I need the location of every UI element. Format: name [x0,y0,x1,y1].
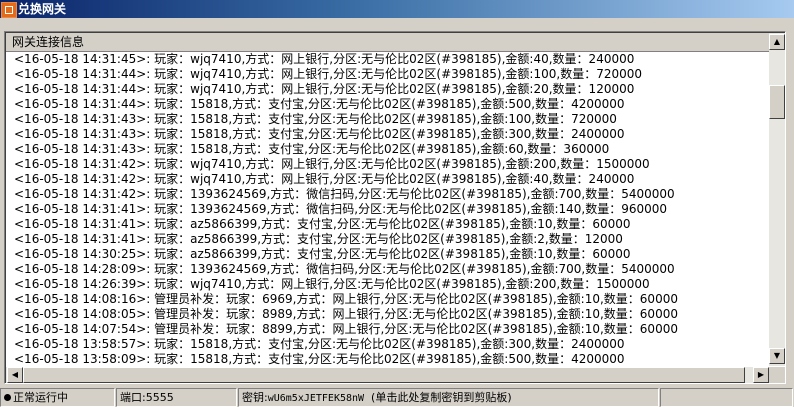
log-line: <16-05-18 14:31:43>: 玩家：15818,方式：支付宝,分区:… [14,112,617,126]
key-hint: (单击此处复制密钥到剪贴板) [371,391,512,404]
log-line: <16-05-18 14:30:25>: 玩家：az5866399,方式：支付宝… [14,247,631,261]
scroll-down-arrow-icon[interactable]: ▼ [769,348,785,364]
scroll-corner [769,367,785,383]
log-line: <16-05-18 14:26:39>: 玩家：wjq7410,方式：网上银行,… [14,277,650,291]
copy-key-button[interactable]: 密钥:wU6m5xJETFEK58nW (单击此处复制密钥到剪贴板) [238,388,659,407]
vertical-scroll-thumb[interactable] [769,85,785,119]
log-line: <16-05-18 14:31:45>: 玩家：wjq7410,方式：网上银行,… [14,52,635,66]
status-dot-icon [4,394,11,401]
window-title: 兑换网关 [18,2,67,16]
log-list[interactable]: <16-05-18 14:31:45>: 玩家：wjq7410,方式：网上银行,… [6,52,770,382]
log-line: <16-05-18 14:31:42>: 玩家：wjq7410,方式：网上银行,… [14,172,635,186]
log-line: <16-05-18 14:31:41>: 玩家：az5866399,方式：支付宝… [14,232,623,246]
horizontal-scroll-thumb[interactable] [23,367,745,383]
scroll-up-arrow-icon[interactable]: ▲ [769,34,785,50]
log-line: <16-05-18 14:31:41>: 玩家：az5866399,方式：支付宝… [14,217,631,231]
log-line: <16-05-18 14:31:41>: 玩家：1393624569,方式：微信… [14,202,668,216]
log-line: <16-05-18 13:58:57>: 玩家：15818,方式：支付宝,分区:… [14,337,625,351]
status-port: 端口:5555 [120,391,174,404]
log-line: <16-05-18 14:28:09>: 玩家：1393624569,方式：微信… [14,262,675,276]
log-line: <16-05-18 14:31:43>: 玩家：15818,方式：支付宝,分区:… [14,127,625,141]
log-line: <16-05-18 14:08:16>: 管理员补发：玩家：6969,方式：网上… [14,292,678,306]
scroll-right-arrow-icon[interactable]: ▶ [753,367,769,383]
log-line: <16-05-18 14:31:43>: 玩家：15818,方式：支付宝,分区:… [14,142,610,156]
horizontal-scrollbar[interactable]: ◀ ▶ [6,367,770,383]
status-state-cell: 正常运行中 [0,388,115,407]
log-line: <16-05-18 14:31:44>: 玩家：15818,方式：支付宝,分区:… [14,97,625,111]
panel-header[interactable]: 网关连接信息 [6,33,771,52]
status-extra-cell [660,388,793,407]
log-line: <16-05-18 14:31:42>: 玩家：1393624569,方式：微信… [14,187,675,201]
status-state: 正常运行中 [13,391,68,404]
key-value: wU6m5xJETFEK58nW [267,393,365,404]
status-port-cell: 端口:5555 [116,388,237,407]
app-icon [1,2,17,18]
log-panel: 网关连接信息 <16-05-18 14:31:45>: 玩家：wjq7410,方… [4,31,786,384]
panel-header-label: 网关连接信息 [12,35,85,49]
log-line: <16-05-18 13:58:09>: 玩家：15818,方式：支付宝,分区:… [14,352,625,366]
title-bar[interactable]: 兑换网关 [0,0,794,18]
log-line: <16-05-18 14:31:42>: 玩家：wjq7410,方式：网上银行,… [14,157,650,171]
status-bar: 正常运行中 端口:5555 密钥:wU6m5xJETFEK58nW (单击此处复… [0,386,794,407]
scroll-left-arrow-icon[interactable]: ◀ [7,367,23,383]
log-line: <16-05-18 14:07:54>: 管理员补发：玩家：8899,方式：网上… [14,322,678,336]
key-label: 密钥: [242,391,268,404]
log-line: <16-05-18 14:31:44>: 玩家：wjq7410,方式：网上银行,… [14,67,643,81]
log-line: <16-05-18 14:31:44>: 玩家：wjq7410,方式：网上银行,… [14,82,635,96]
log-line: <16-05-18 14:08:05>: 管理员补发：玩家：8989,方式：网上… [14,307,678,321]
vertical-scrollbar[interactable]: ▲ ▼ [769,33,785,366]
